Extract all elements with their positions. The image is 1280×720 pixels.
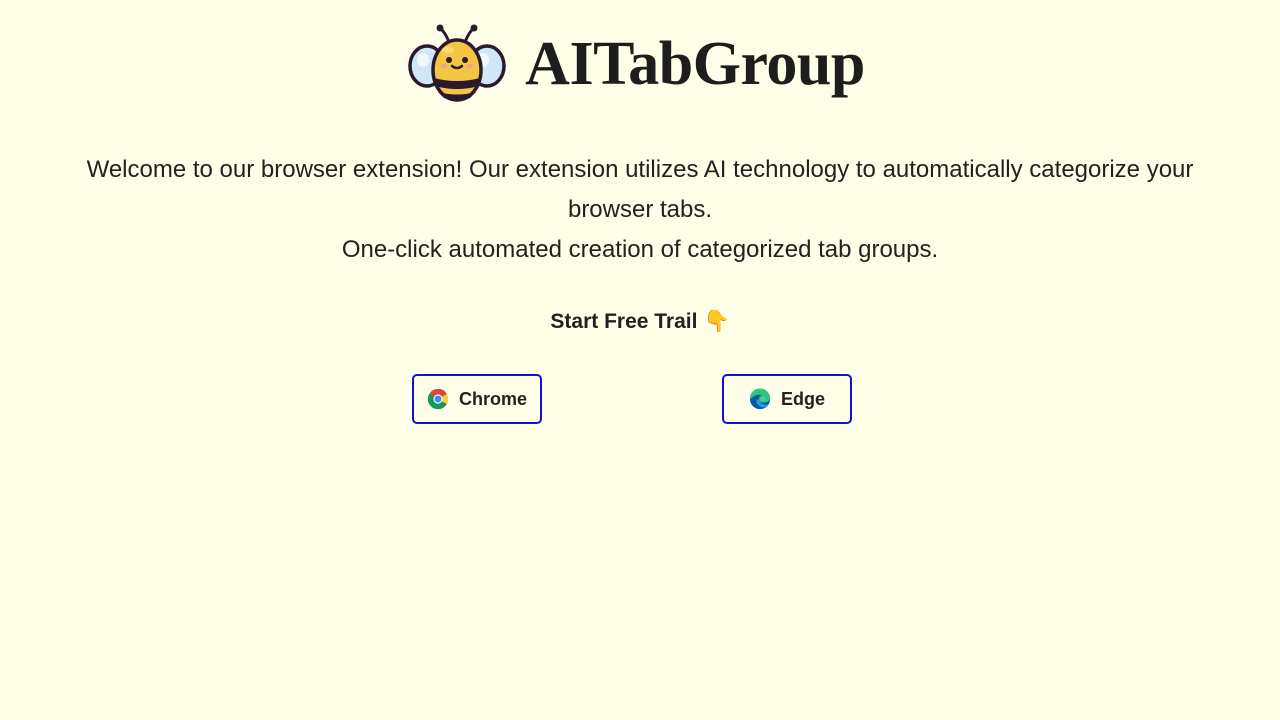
edge-icon bbox=[749, 388, 771, 410]
description-line-1: Welcome to our browser extension! Our ex… bbox=[86, 156, 1194, 223]
chrome-button[interactable]: Chrome bbox=[412, 374, 542, 424]
cta-label: Start Free Trail bbox=[550, 310, 698, 333]
header: AITabGroup bbox=[0, 20, 1280, 108]
description-line-2: One-click automated creation of categori… bbox=[341, 236, 939, 263]
bee-icon bbox=[408, 24, 506, 102]
start-free-trial-heading: Start Free Trail 👇 bbox=[0, 306, 1280, 337]
chrome-icon bbox=[427, 388, 449, 410]
chrome-button-label: Chrome bbox=[458, 388, 527, 409]
edge-button[interactable]: Edge bbox=[722, 374, 852, 424]
edge-button-label: Edge bbox=[780, 388, 825, 409]
pointing-down-icon: 👇 bbox=[703, 309, 730, 333]
page-title: AITabGroup bbox=[525, 30, 865, 98]
description: Welcome to our browser extension! Our ex… bbox=[80, 150, 1200, 270]
